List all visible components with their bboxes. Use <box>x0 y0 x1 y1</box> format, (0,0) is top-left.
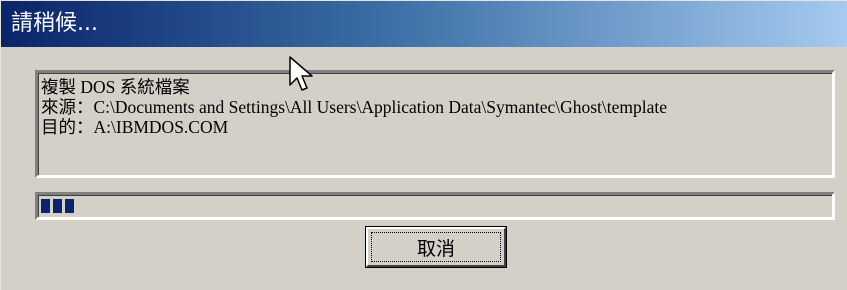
progress-dialog: 請稍候... 複製 DOS 系統檔案 來源：C:\Documents and S… <box>0 0 847 290</box>
source-path-text: 來源：C:\Documents and Settings\All Users\A… <box>41 97 668 117</box>
progress-block <box>53 199 62 213</box>
dialog-title: 請稍候... <box>1 1 847 47</box>
destination-path-text: 目的：A:\IBMDOS.COM <box>41 117 229 137</box>
progress-fill <box>41 199 829 213</box>
cancel-button-label: 取消 <box>371 232 501 262</box>
status-message-panel: 複製 DOS 系統檔案 來源：C:\Documents and Settings… <box>35 70 835 178</box>
operation-text: 複製 DOS 系統檔案 <box>41 77 190 97</box>
progress-bar <box>35 192 835 220</box>
progress-block <box>41 199 50 213</box>
progress-block <box>65 199 74 213</box>
cancel-button[interactable]: 取消 <box>366 227 506 267</box>
